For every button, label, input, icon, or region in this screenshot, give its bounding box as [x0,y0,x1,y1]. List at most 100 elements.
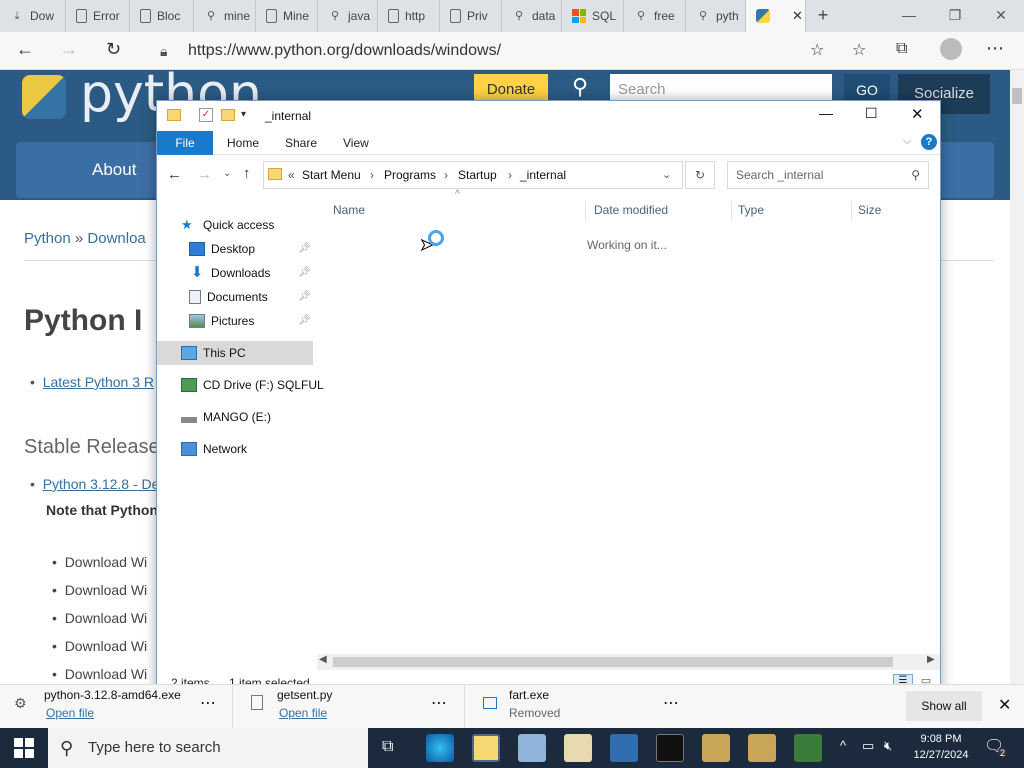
nav-this-pc[interactable]: This PC [181,341,324,365]
scrollbar-thumb[interactable] [1012,88,1022,104]
breadcrumb-downloads[interactable]: Downloa [87,230,145,247]
profile-avatar[interactable] [940,38,962,60]
breadcrumb-python[interactable]: Python [24,230,71,247]
browser-tab[interactable]: ⚲ java [318,0,378,32]
taskbar-search[interactable]: ⚲ Type here to search [48,728,368,768]
browser-tab[interactable]: Priv [440,0,502,32]
help-icon[interactable]: ? [921,134,937,150]
address-bar[interactable]: 🔒︎ https://www.python.org/downloads/wind… [150,36,830,66]
chevron-right-icon[interactable]: › [444,168,448,182]
breadcrumb-startup[interactable]: Startup [458,168,497,182]
chevron-right-icon[interactable]: › [508,168,512,182]
browser-tab-active[interactable]: ✕ [746,0,806,32]
app-icon[interactable] [518,734,546,762]
column-date-modified[interactable]: Date modified [594,203,668,217]
more-options-icon[interactable]: ⋯ [663,693,679,713]
nav-cd-drive[interactable]: CD Drive (F:) SQLFUL [181,373,324,397]
nav-desktop[interactable]: Desktop 📌︎ [181,237,311,261]
column-divider[interactable] [851,201,852,221]
nav-mango-drive[interactable]: MANGO (E:) [181,405,324,429]
recent-locations-icon[interactable]: ⌄ [223,168,231,179]
close-downloads-icon[interactable]: ✕ [998,695,1011,715]
forward-arrow-icon[interactable]: → [60,39,78,60]
latest-release-link[interactable]: Latest Python 3 R [43,374,154,390]
edge-browser-icon[interactable] [426,734,454,762]
tab-home[interactable]: Home [227,131,259,155]
horizontal-scrollbar[interactable]: ◀ ▶ [317,654,940,670]
nav-network[interactable]: Network [181,437,324,461]
installer-icon[interactable] [748,734,776,762]
clock[interactable]: 9:08 PM 12/27/2024 [910,731,972,763]
restore-icon[interactable]: ❐ [932,0,978,32]
file-explorer-icon[interactable] [472,734,500,762]
download-item[interactable]: getsent.py Open file ⋯ [232,685,462,729]
ribbon-expand-icon[interactable]: ⌵ [903,135,911,148]
open-file-link[interactable]: Open file [279,706,327,720]
address-breadcrumb[interactable]: « Start Menu › Programs › Startup › _int… [263,161,683,189]
column-name[interactable]: Name [333,203,365,217]
nav-documents[interactable]: Documents 📌︎ [181,285,311,309]
download-item[interactable]: • Download Wi [52,660,147,684]
column-divider[interactable] [585,201,586,221]
app-icon[interactable] [564,734,592,762]
more-menu-icon[interactable]: ⋯ [986,38,1004,59]
show-all-button[interactable]: Show all [906,691,982,721]
windows-start-icon[interactable] [14,738,34,758]
column-divider[interactable] [731,201,732,221]
column-size[interactable]: Size [858,203,881,217]
explorer-search-input[interactable]: Search _internal ⚲ [727,161,929,189]
download-item[interactable]: • Download Wi [52,632,147,660]
browser-tab[interactable]: ⚲ pyth [686,0,746,32]
browser-tab[interactable]: Mine [256,0,318,32]
close-tab-icon[interactable]: ✕ [792,8,803,24]
download-item[interactable]: fart.exe Removed ⋯ [464,685,694,729]
more-options-icon[interactable]: ⋯ [431,693,447,713]
browser-tab[interactable]: http [378,0,440,32]
more-options-icon[interactable]: ⋯ [200,693,216,713]
download-item[interactable]: • Download Wi [52,576,147,604]
scroll-left-icon[interactable]: ◀ [319,654,327,665]
up-arrow-icon[interactable]: ↑ [243,165,251,182]
open-file-link[interactable]: Open file [46,706,94,720]
release-link[interactable]: Python 3.12.8 - De [43,476,160,492]
back-arrow-icon[interactable]: ← [16,39,34,60]
properties-icon[interactable]: ✓ [199,108,213,122]
breadcrumb-overflow[interactable]: « [288,168,295,182]
browser-tab[interactable]: ⚲ data [502,0,562,32]
explorer-maximize-icon[interactable]: ☐ [865,105,878,122]
collections-icon[interactable]: ⧉ [896,40,907,58]
download-item[interactable]: • Download Wi [52,548,147,576]
browser-tab[interactable]: ⚲ mine [194,0,256,32]
nav-quick-access[interactable]: ★ Quick access [181,213,317,237]
download-item[interactable]: • Download Wi [52,604,147,632]
reload-icon[interactable]: ↻ [106,39,121,60]
breadcrumb-start-menu[interactable]: Start Menu [302,168,361,182]
browser-tab[interactable]: Error [66,0,130,32]
scrollbar-thumb[interactable] [333,657,893,667]
show-hidden-icons-icon[interactable]: ^ [840,738,846,753]
browser-tab[interactable]: Bloc [130,0,194,32]
explorer-close-icon[interactable]: ✕ [911,105,924,123]
minimize-icon[interactable]: — [886,0,932,32]
breadcrumb-internal[interactable]: _internal [520,168,566,182]
chevron-right-icon[interactable]: › [370,168,374,182]
new-folder-icon[interactable] [221,109,235,121]
back-icon[interactable]: ← [167,166,182,183]
column-type[interactable]: Type [738,203,764,217]
favorites-icon[interactable]: ☆ [852,40,866,60]
download-item[interactable]: ⚙ python-3.12.8-amd64.exe Open file ⋯ [0,685,230,729]
browser-tab[interactable]: ⤓ Dow [0,0,66,32]
close-window-icon[interactable]: ✕ [978,0,1024,32]
new-tab-icon[interactable]: + [812,5,834,27]
quick-access-dropdown-icon[interactable]: ▾ [241,109,246,120]
network-status-icon[interactable]: ▭ [862,738,874,754]
explorer-minimize-icon[interactable]: — [819,105,833,121]
python-setup-icon[interactable] [794,734,822,762]
task-view-icon[interactable]: ⧉ [382,738,393,756]
powershell-icon[interactable] [610,734,638,762]
nav-downloads[interactable]: ⬇ Downloads 📌︎ [181,261,311,285]
browser-tab[interactable]: SQL [562,0,624,32]
nav-about[interactable]: About [92,160,136,180]
page-scrollbar[interactable] [1010,70,1024,684]
command-prompt-icon[interactable] [656,734,684,762]
